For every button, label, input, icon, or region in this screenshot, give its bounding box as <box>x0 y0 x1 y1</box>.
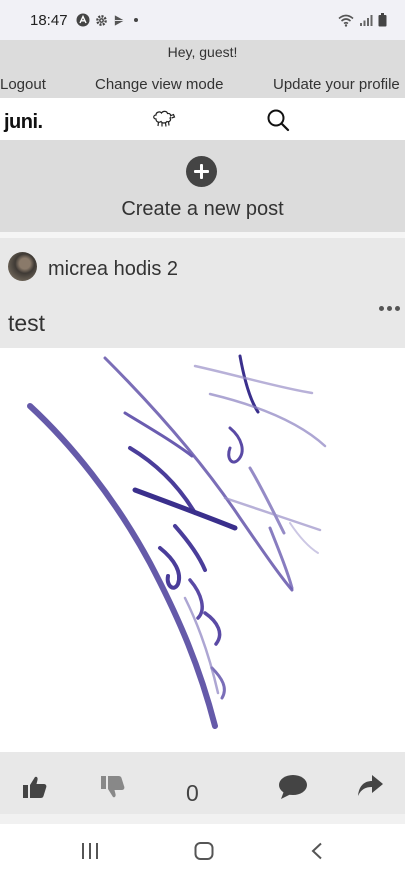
logout-link[interactable]: Logout <box>0 76 46 93</box>
back-icon[interactable] <box>310 842 324 865</box>
battery-icon <box>378 13 387 27</box>
system-nav-bar <box>0 824 405 878</box>
app-bar: juni. <box>0 98 405 140</box>
share-icon[interactable] <box>356 772 384 803</box>
post-card-header: micrea hodis 2 test <box>0 238 405 348</box>
more-options-icon[interactable] <box>379 306 400 311</box>
home-icon[interactable] <box>194 842 214 865</box>
comment-icon[interactable] <box>278 774 308 805</box>
play-icon <box>114 14 124 26</box>
search-icon[interactable] <box>266 108 290 137</box>
wifi-icon <box>338 14 354 27</box>
signature-drawing <box>27 354 327 729</box>
post-image <box>0 348 405 752</box>
signal-icon <box>360 14 373 26</box>
status-bar: 18:47 <box>0 0 405 40</box>
plus-icon[interactable] <box>186 156 217 187</box>
post-actions-bar: 0 <box>0 752 405 814</box>
thumbs-up-icon[interactable] <box>22 774 48 805</box>
recents-icon[interactable] <box>81 843 99 864</box>
avatar[interactable] <box>8 252 37 281</box>
sheep-icon[interactable] <box>150 107 176 134</box>
status-time: 18:47 <box>30 11 68 29</box>
app-logo[interactable]: juni. <box>4 111 43 134</box>
change-view-mode-link[interactable]: Change view mode <box>95 76 223 93</box>
settings-icon <box>95 14 107 26</box>
update-profile-link[interactable]: Update your profile <box>273 76 400 93</box>
create-post-label: Create a new post <box>121 198 284 220</box>
post-title: test <box>8 310 46 336</box>
thumbs-down-icon[interactable] <box>100 774 126 805</box>
post-author[interactable]: micrea hodis 2 <box>48 258 178 281</box>
app-notification-icon <box>76 13 90 27</box>
create-post-button[interactable]: Create a new post <box>0 140 405 232</box>
greeting-text: Hey, guest! <box>167 44 238 60</box>
reaction-count: 0 <box>186 780 199 806</box>
next-post-edge <box>0 814 405 824</box>
dot-icon <box>133 18 138 22</box>
greeting-bar: Hey, guest! Logout Change view mode Upda… <box>0 40 405 98</box>
